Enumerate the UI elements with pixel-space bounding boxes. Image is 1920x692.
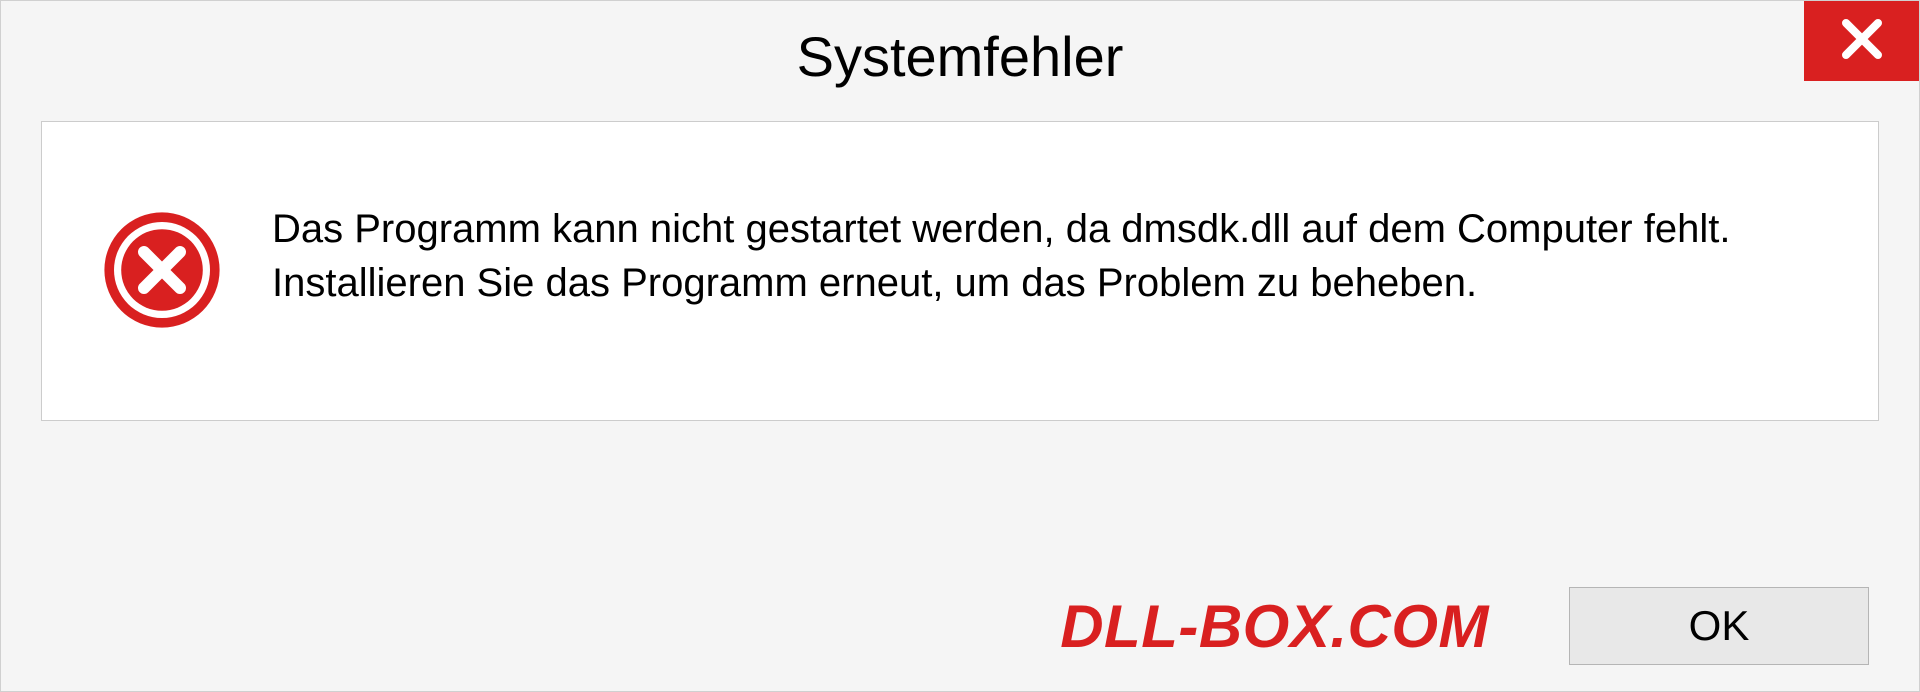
error-icon: [102, 210, 222, 330]
error-message: Das Programm kann nicht gestartet werden…: [272, 202, 1818, 310]
ok-button[interactable]: OK: [1569, 587, 1869, 665]
dialog-footer: DLL-BOX.COM OK: [1, 561, 1919, 691]
titlebar: Systemfehler: [1, 1, 1919, 111]
close-icon: [1838, 15, 1886, 68]
watermark-text: DLL-BOX.COM: [1060, 592, 1489, 661]
dialog-title: Systemfehler: [797, 24, 1124, 89]
close-button[interactable]: [1804, 1, 1919, 81]
content-panel: Das Programm kann nicht gestartet werden…: [41, 121, 1879, 421]
